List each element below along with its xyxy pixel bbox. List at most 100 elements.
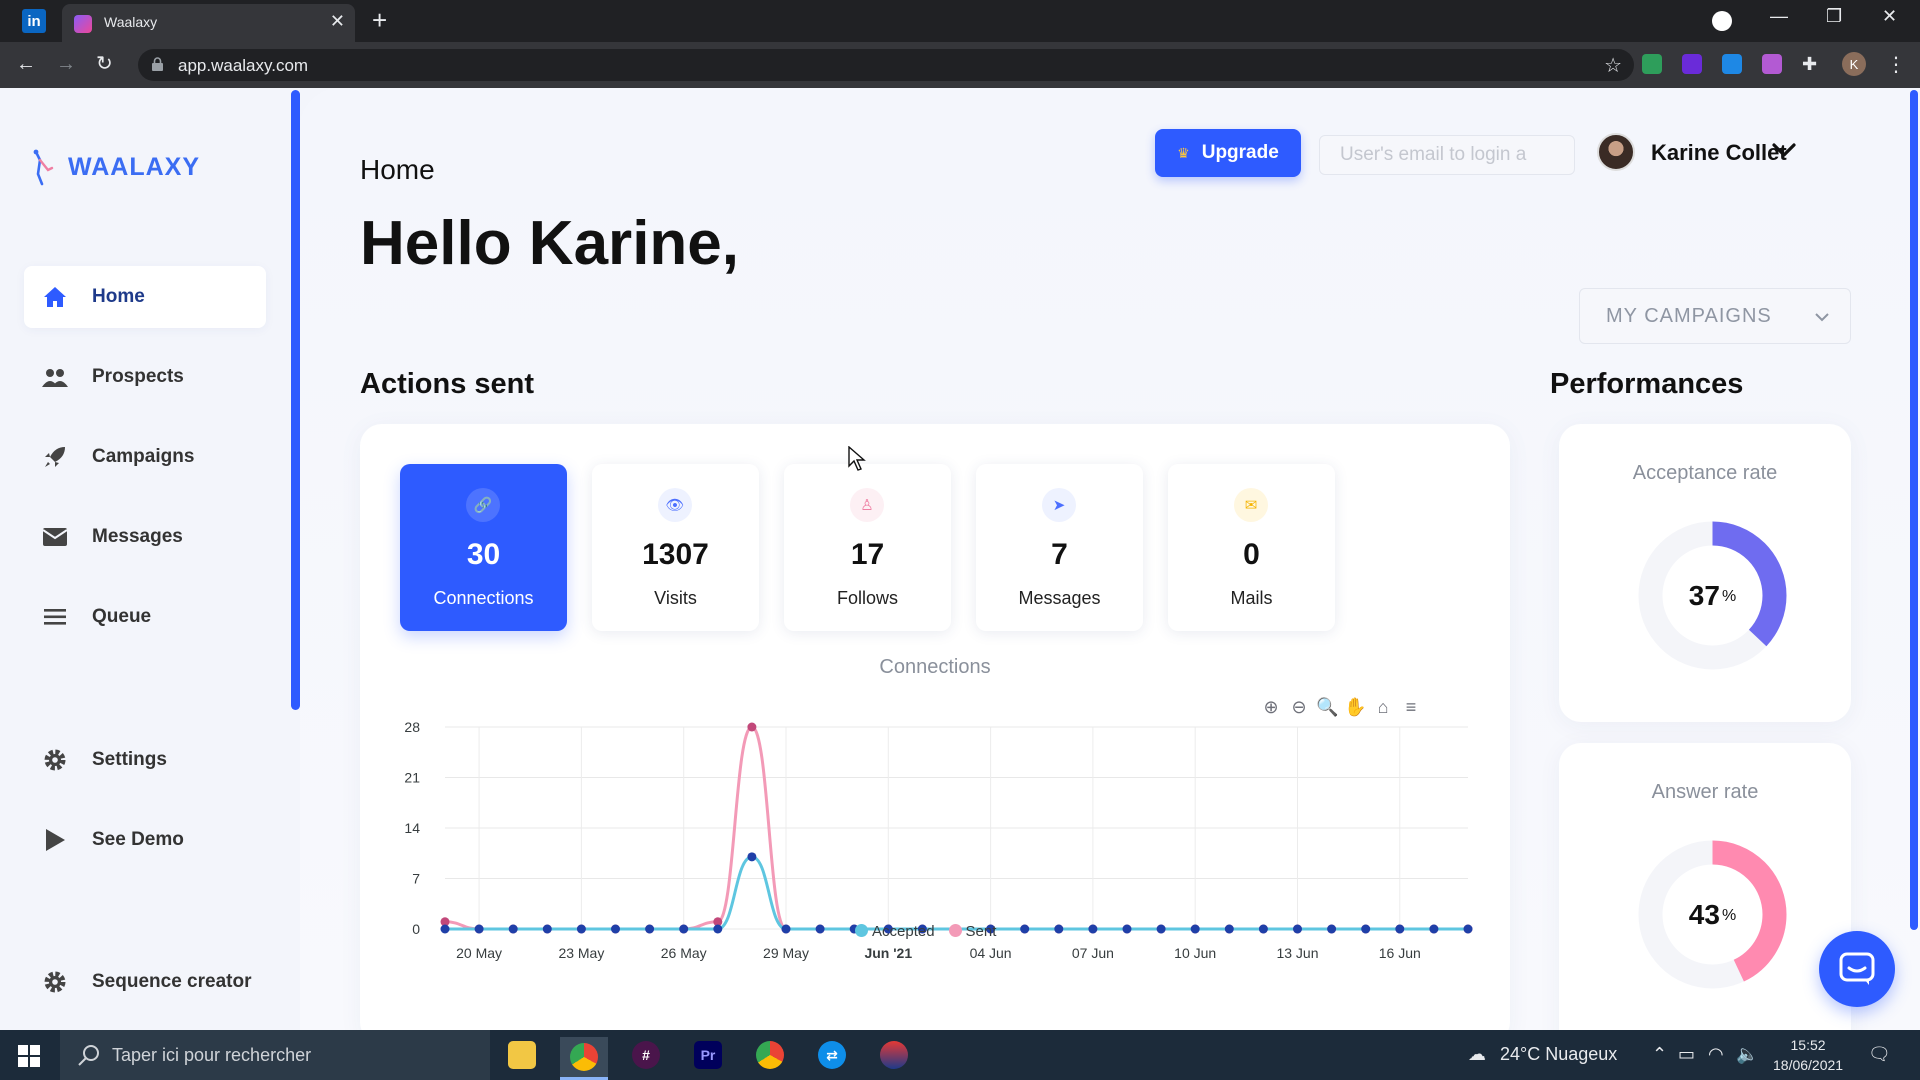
omnibox[interactable]: app.waalaxy.com ☆: [138, 49, 1634, 81]
acceptance-rate-card: Acceptance rate 37%: [1559, 424, 1851, 722]
sidebar-scrollbar[interactable]: [291, 90, 300, 710]
forward-icon[interactable]: →: [56, 52, 76, 76]
x-tick-label: 20 May: [456, 945, 502, 961]
lock-icon: [152, 57, 163, 71]
sidebar-item-label: Campaigns: [92, 446, 195, 467]
extension-blue-icon[interactable]: [1722, 54, 1742, 74]
rocket-icon: [42, 444, 68, 470]
x-tick-label: Jun '21: [864, 945, 912, 961]
taskbar-premiere[interactable]: Pr: [684, 1037, 732, 1073]
data-point-accepted: [474, 924, 484, 934]
data-point-accepted: [1054, 924, 1064, 934]
taskbar-clock[interactable]: 15:52 18/06/2021: [1773, 1035, 1843, 1075]
sidebar-item-messages[interactable]: Messages: [24, 506, 266, 568]
chrome-menu-icon[interactable]: ⋮: [1886, 52, 1906, 77]
chrome-profile-icon[interactable]: [1712, 11, 1732, 31]
taskbar-app-7[interactable]: [870, 1037, 918, 1073]
windows-start-icon[interactable]: [18, 1045, 40, 1067]
taskbar-teamviewer[interactable]: ⇄: [808, 1037, 856, 1073]
sidebar-item-queue[interactable]: Queue: [24, 586, 266, 648]
tray-chevron-up-icon[interactable]: ⌃: [1652, 1044, 1667, 1065]
main-scrollbar-thumb[interactable]: [1910, 90, 1918, 930]
extension-purple-icon[interactable]: [1682, 54, 1702, 74]
data-point-accepted: [1122, 924, 1132, 934]
avatar[interactable]: [1597, 133, 1635, 171]
sidebar-item-campaigns[interactable]: Campaigns: [24, 426, 266, 488]
campaigns-select-value: MY CAMPAIGNS: [1606, 304, 1772, 327]
data-point-accepted: [815, 924, 825, 934]
sidebar-item-home[interactable]: Home: [24, 266, 266, 328]
logo-text: WAALAXY: [68, 152, 200, 181]
sidebar-item-sequence-creator[interactable]: Sequence creator: [24, 951, 266, 1013]
data-point-accepted: [1429, 924, 1439, 934]
chat-support-button[interactable]: [1819, 931, 1895, 1007]
play-icon: [42, 827, 68, 853]
legend-item-sent[interactable]: Sent: [948, 923, 996, 940]
chevron-down-icon[interactable]: [1770, 136, 1798, 164]
bookmark-star-icon[interactable]: ☆: [1604, 53, 1622, 78]
data-point-accepted: [1224, 924, 1234, 934]
data-point-accepted: [1088, 924, 1098, 934]
weather-icon[interactable]: ☁: [1468, 1044, 1486, 1065]
x-tick-label: 04 Jun: [970, 945, 1012, 961]
premiere-icon: Pr: [694, 1041, 722, 1069]
app-icon: [880, 1041, 908, 1069]
sidebar-item-label: Prospects: [92, 366, 184, 387]
chrome-avatar[interactable]: K: [1842, 52, 1866, 76]
login-as-email-input[interactable]: [1319, 135, 1575, 175]
taskbar-chrome[interactable]: [560, 1037, 608, 1080]
sidebar-item-label: Queue: [92, 606, 152, 627]
sidebar: WAALAXY Home Prospects Campaigns Message…: [0, 88, 292, 1030]
sidebar-item-prospects[interactable]: Prospects: [24, 346, 266, 408]
restore-icon[interactable]: ❐: [1826, 6, 1842, 27]
slack-icon: #: [632, 1041, 660, 1069]
waalaxy-logo[interactable]: WAALAXY: [30, 148, 200, 186]
extensions-puzzle-icon[interactable]: ✚: [1802, 54, 1822, 74]
data-point-accepted: [611, 924, 620, 934]
y-tick-label: 7: [412, 871, 420, 887]
taskbar-file-explorer[interactable]: [498, 1037, 546, 1073]
back-icon[interactable]: ←: [16, 52, 36, 76]
weather-text[interactable]: 24°C Nuageux: [1500, 1044, 1617, 1065]
notifications-icon[interactable]: 🗨: [1868, 1044, 1891, 1065]
answer-rate-unit: %: [1721, 906, 1737, 924]
close-tab-icon[interactable]: ✕: [330, 11, 345, 31]
close-window-icon[interactable]: ✕: [1882, 6, 1897, 27]
taskbar-chrome-2[interactable]: [746, 1037, 794, 1073]
taskbar-search-input[interactable]: Taper ici pour rechercher: [60, 1030, 490, 1080]
performances-title: Performances: [1550, 368, 1744, 400]
linkedin-pinned-tab[interactable]: in: [22, 9, 46, 33]
tab-waalaxy[interactable]: Waalaxy ✕: [62, 4, 355, 42]
minimize-icon[interactable]: —: [1770, 6, 1788, 27]
series-line-accepted: [445, 855, 1468, 931]
home-icon: [42, 284, 68, 310]
sidebar-item-settings[interactable]: Settings: [24, 729, 266, 791]
data-point-accepted: [1293, 924, 1302, 934]
data-point-accepted: [747, 852, 757, 862]
acceptance-rate-unit: %: [1721, 587, 1737, 605]
new-tab-button[interactable]: +: [372, 5, 387, 35]
user-name[interactable]: Karine Collet: [1651, 140, 1787, 166]
legend-dot-sent: [948, 924, 962, 937]
sidebar-item-see-demo[interactable]: See Demo: [24, 809, 266, 871]
browser-address-bar: ← → ↻ app.waalaxy.com ☆: [0, 42, 1920, 88]
legend-item-accepted[interactable]: Accepted: [855, 923, 935, 940]
extension-green-icon[interactable]: [1642, 54, 1662, 74]
main-scrollbar[interactable]: [1908, 88, 1920, 1030]
windows-taskbar: Taper ici pour rechercher # Pr ⇄ ☁ 24°C …: [0, 1030, 1920, 1080]
volume-icon[interactable]: 🔈: [1736, 1044, 1758, 1065]
answer-rate-value: 43%: [1635, 837, 1790, 992]
chrome-icon: [570, 1043, 598, 1071]
browser-tab-bar: in Waalaxy ✕ + — ❐ ✕: [0, 0, 1920, 42]
campaigns-select[interactable]: MY CAMPAIGNS: [1579, 288, 1851, 344]
extension-waalaxy-icon[interactable]: [1762, 54, 1782, 74]
reload-icon[interactable]: ↻: [96, 52, 113, 76]
data-point-sent: [747, 722, 757, 732]
data-point-accepted: [1395, 924, 1405, 934]
battery-icon[interactable]: ▭: [1678, 1044, 1695, 1065]
upgrade-button[interactable]: ♛ Upgrade: [1155, 129, 1301, 177]
wifi-icon[interactable]: ◠: [1708, 1044, 1724, 1065]
page-title: Hello Karine,: [360, 209, 739, 278]
url-text: app.waalaxy.com: [178, 56, 309, 75]
taskbar-slack[interactable]: #: [622, 1037, 670, 1073]
